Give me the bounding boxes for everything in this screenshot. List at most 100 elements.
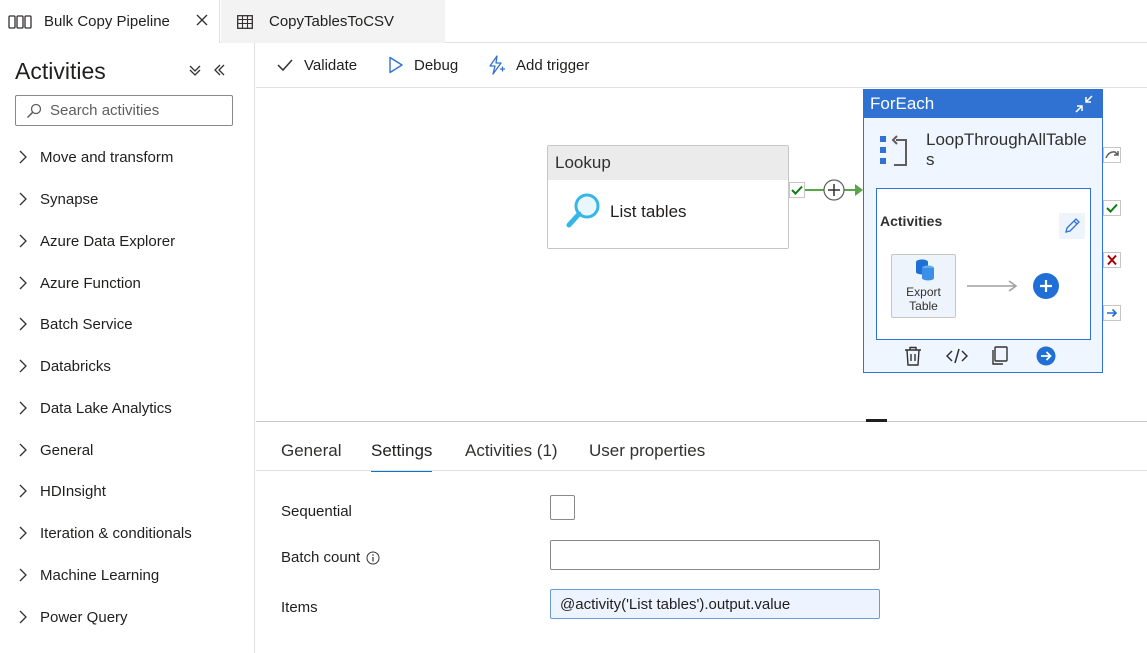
success-output-icon[interactable] [1103, 200, 1121, 221]
foreach-node-header: ForEach [864, 90, 1102, 118]
search-icon [26, 103, 42, 118]
category-azure-function[interactable]: Azure Function [18, 271, 141, 295]
chevron-right-icon [18, 568, 32, 582]
items-input[interactable]: @activity('List tables').output.value [550, 589, 880, 619]
code-icon[interactable] [945, 347, 969, 370]
pipeline-toolbar: Validate Debug Add trigger [256, 43, 1147, 88]
category-synapse[interactable]: Synapse [18, 187, 98, 211]
edit-icon[interactable] [1059, 213, 1085, 244]
inner-activities-box: Activities Export Table [876, 188, 1091, 340]
category-label: Synapse [40, 190, 99, 208]
lookup-activity-name: List tables [610, 202, 687, 221]
inner-activities-label: Activities [880, 213, 943, 229]
category-data-lake-analytics[interactable]: Data Lake Analytics [18, 396, 172, 420]
chevron-right-icon [18, 484, 32, 498]
tab-copy-tables-to-csv[interactable]: CopyTablesToCSV [221, 0, 445, 43]
tab-bulk-copy-pipeline[interactable]: Bulk Copy Pipeline [0, 0, 220, 43]
batch-count-label: Batch count [281, 549, 380, 566]
properties-panel: General Settings Activities (1) User pro… [256, 423, 1147, 653]
connection-arrow [805, 179, 863, 201]
foreach-activity-name: LoopThroughAllTables [926, 130, 1087, 169]
category-label: Iteration & conditionals [40, 524, 192, 542]
category-label: HDInsight [40, 482, 106, 500]
chevron-right-icon [18, 610, 32, 624]
category-databricks[interactable]: Databricks [18, 354, 111, 378]
clone-icon[interactable] [990, 346, 1008, 371]
panel-resize-handle[interactable] [866, 419, 887, 422]
items-label: Items [281, 599, 318, 616]
tab-bar: Bulk Copy Pipeline CopyTablesToCSV [0, 0, 1147, 43]
collapse-icon[interactable] [1074, 94, 1094, 119]
chevron-right-icon [18, 359, 32, 373]
chevron-right-icon [18, 192, 32, 206]
chevron-right-icon [18, 150, 32, 164]
category-general[interactable]: General [18, 438, 93, 462]
panel-title: Activities [15, 58, 106, 84]
success-output-icon[interactable] [789, 182, 805, 203]
checkmark-icon [277, 59, 293, 72]
category-power-query[interactable]: Power Query [18, 605, 128, 629]
chevron-right-icon [18, 443, 32, 457]
batch-count-input[interactable] [550, 540, 880, 570]
tab-activities[interactable]: Activities (1) [465, 441, 558, 470]
pipeline-icon [8, 13, 32, 31]
category-iteration-and-conditionals[interactable]: Iteration & conditionals [18, 521, 192, 545]
category-batch-service[interactable]: Batch Service [18, 312, 133, 336]
category-label: Move and transform [40, 148, 174, 166]
tab-label: Bulk Copy Pipeline [44, 13, 170, 30]
category-hdinsight[interactable]: HDInsight [18, 479, 106, 503]
table-icon [233, 13, 257, 31]
category-azure-data-explorer[interactable]: Azure Data Explorer [18, 229, 175, 253]
lookup-activity-node[interactable]: Lookup List tables [547, 145, 789, 249]
category-label: Machine Learning [40, 566, 160, 584]
delete-icon[interactable] [904, 346, 922, 371]
search-activities-box[interactable] [15, 95, 233, 126]
category-label: General [40, 441, 94, 459]
chevron-right-icon [18, 234, 32, 248]
failure-output-icon[interactable] [1103, 252, 1121, 273]
search-input[interactable] [50, 102, 220, 119]
navigate-into-icon[interactable] [1036, 346, 1056, 371]
lookup-icon [566, 192, 602, 235]
chevron-right-icon [18, 401, 32, 415]
export-table-label: Export Table [906, 285, 941, 313]
trigger-icon [489, 55, 505, 75]
tab-divider [256, 470, 1147, 471]
activities-panel: Activities Move and transform Synapse Az… [0, 43, 255, 653]
add-activity-icon[interactable] [1032, 272, 1060, 305]
foreach-icon [880, 134, 910, 175]
chevron-right-icon [18, 526, 32, 540]
skipped-output-icon[interactable] [1103, 147, 1121, 168]
category-move-and-transform[interactable]: Move and transform [18, 145, 173, 169]
chevron-right-icon [18, 276, 32, 290]
close-icon[interactable] [195, 13, 209, 27]
tab-settings[interactable]: Settings [371, 441, 433, 472]
lookup-node-header: Lookup [548, 146, 788, 180]
category-label: Power Query [40, 608, 128, 626]
category-label: Batch Service [40, 315, 133, 333]
category-label: Data Lake Analytics [40, 399, 172, 417]
category-label: Azure Function [40, 274, 141, 292]
sequential-label: Sequential [281, 503, 352, 520]
chevron-right-icon [18, 317, 32, 331]
validate-button[interactable]: Validate [276, 53, 357, 77]
category-label: Azure Data Explorer [40, 232, 176, 250]
export-table-activity[interactable]: Export Table [891, 254, 956, 318]
tab-user-properties[interactable]: User properties [589, 441, 705, 470]
copy-data-icon [914, 258, 936, 287]
add-trigger-button[interactable]: Add trigger [486, 53, 589, 77]
category-machine-learning[interactable]: Machine Learning [18, 563, 159, 587]
debug-button[interactable]: Debug [388, 53, 458, 77]
pipeline-canvas[interactable]: Lookup List tables ForEach LoopThroughAl… [256, 89, 1147, 422]
collapse-all-icon[interactable] [188, 63, 202, 82]
sequential-checkbox[interactable] [550, 495, 575, 520]
category-label: Databricks [40, 357, 111, 375]
completion-output-icon[interactable] [1103, 305, 1121, 326]
foreach-activity-node[interactable]: ForEach LoopThroughAllTables Activities … [863, 89, 1103, 373]
tab-label: CopyTablesToCSV [269, 13, 395, 30]
play-icon [389, 56, 403, 74]
collapse-panel-icon[interactable] [212, 63, 226, 82]
tab-general[interactable]: General [281, 441, 341, 470]
inner-arrow [967, 280, 1018, 292]
info-icon[interactable] [366, 551, 380, 565]
